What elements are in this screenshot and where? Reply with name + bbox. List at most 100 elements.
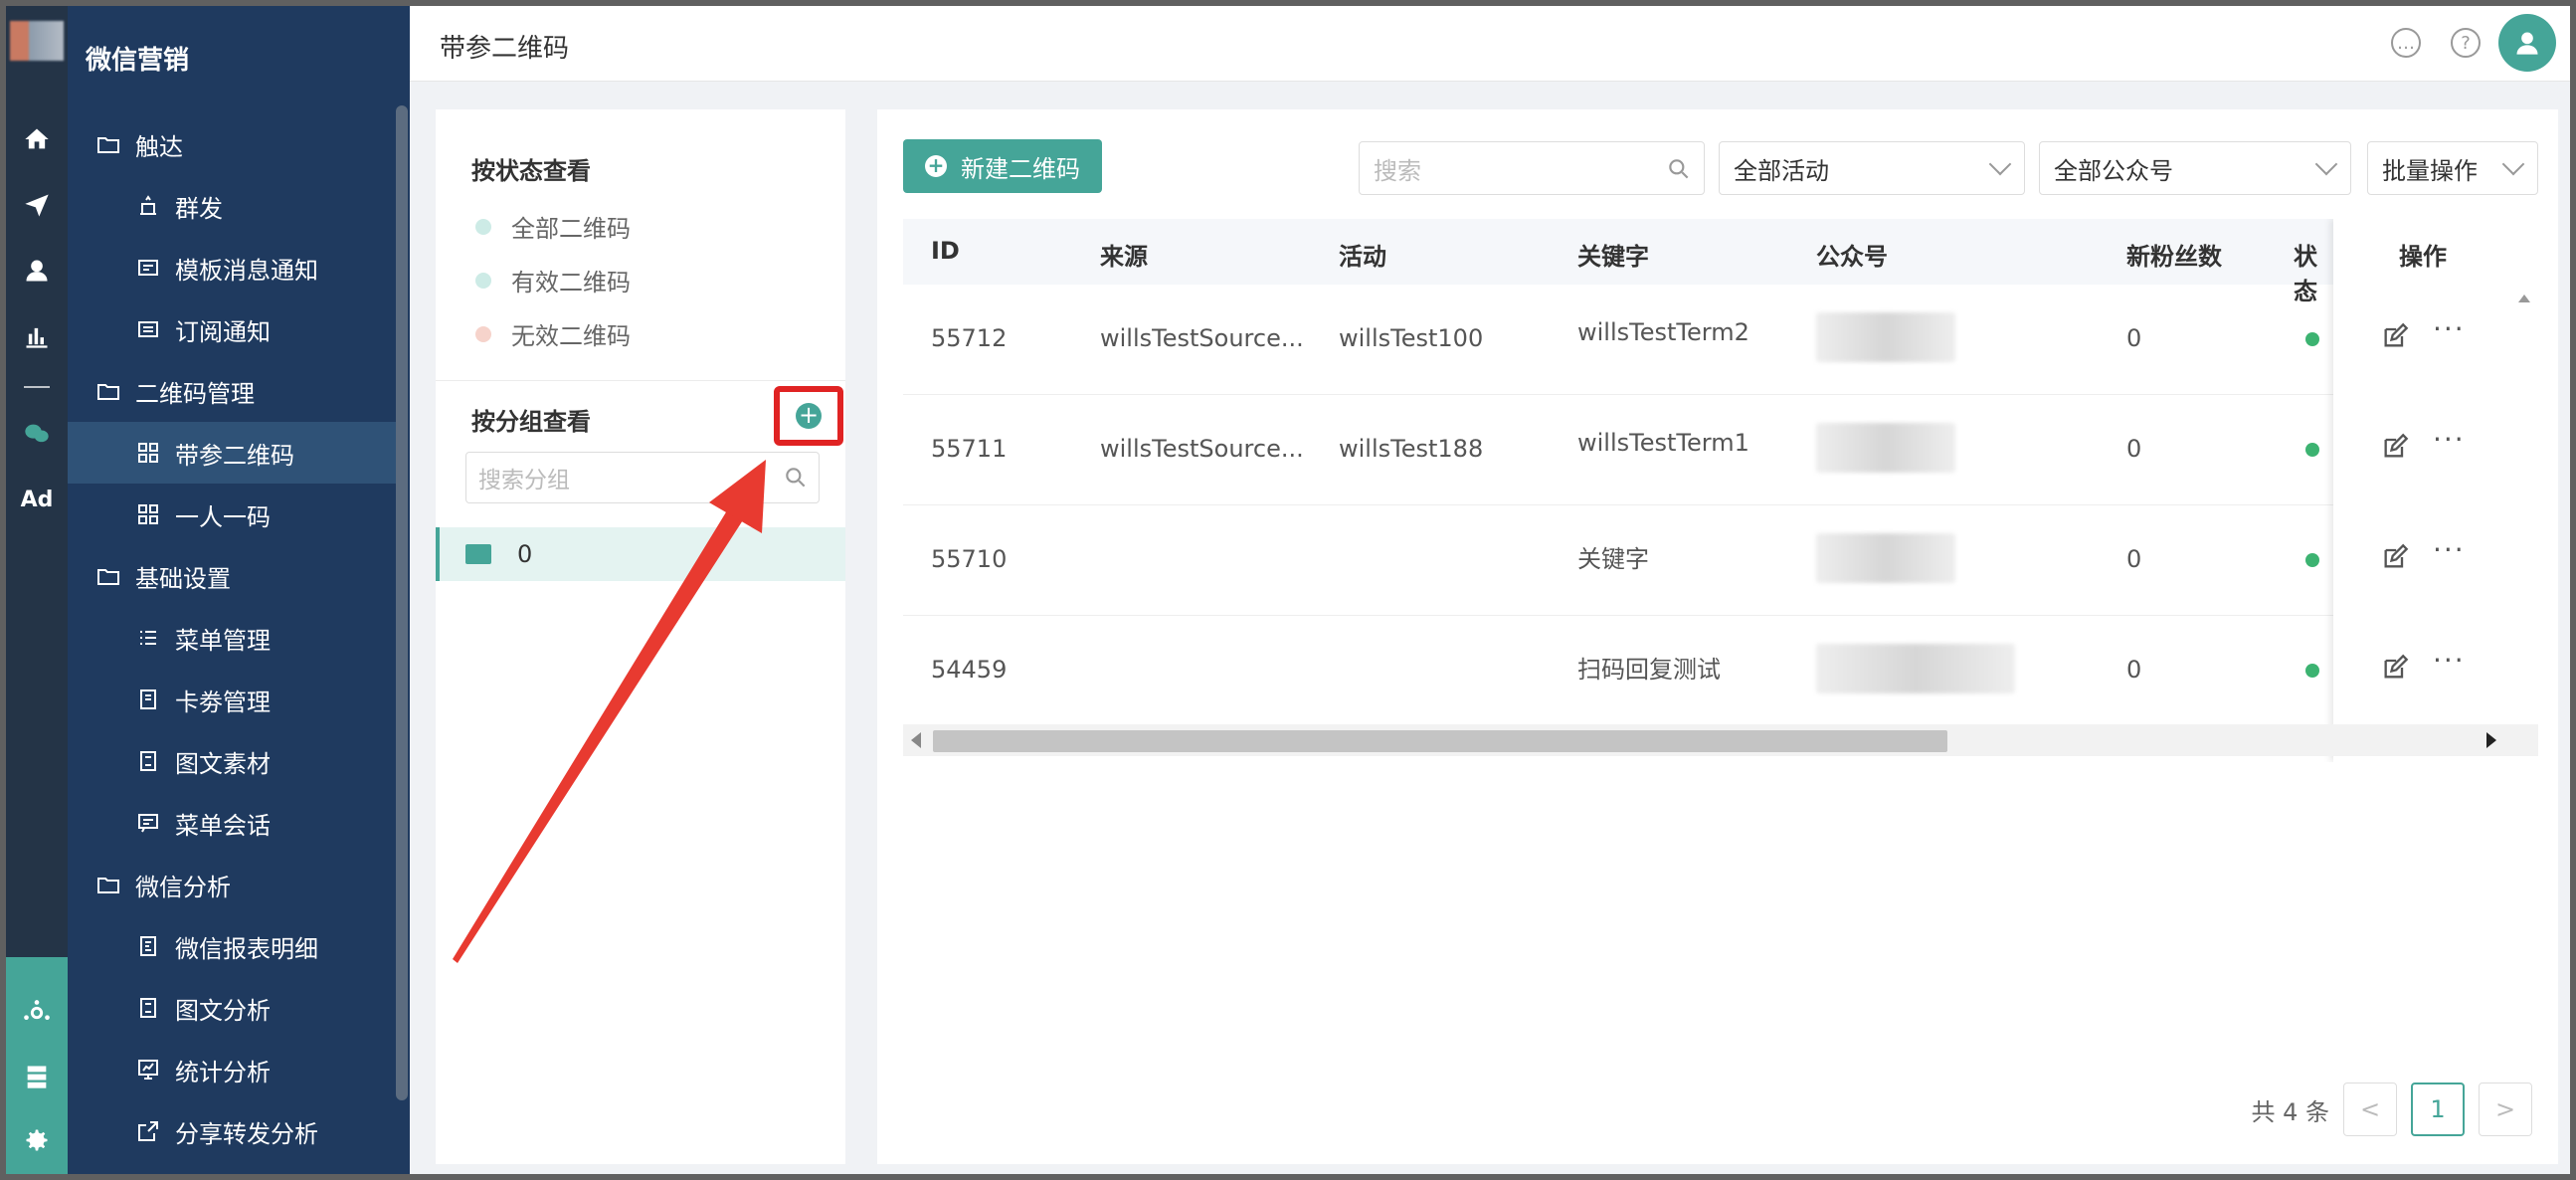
cell-keyword: willsTestTerm2 [1577, 318, 1749, 346]
app-title: 微信营销 [86, 46, 190, 76]
sidebar-item[interactable]: 一人一码 [68, 484, 396, 545]
cell-id: 54459 [931, 656, 1008, 684]
content-panel: + 新建二维码 搜索 全部活动 全部公众号 批量操作 ID 来源 活动 关键字 … [877, 109, 2558, 1164]
help-icon[interactable]: ? [2451, 28, 2481, 58]
chevron-down-icon [1988, 152, 2012, 176]
col-source[interactable]: 来源 [1100, 237, 1148, 272]
card-icon [135, 688, 161, 711]
sidebar-item-label: 统计分析 [175, 1058, 271, 1086]
table-row[interactable]: 54459 扫码回复测试 0 [903, 616, 2538, 726]
sidebar-menu: 触达群发 模板消息通知 订阅通知 二维码管理 带参二维码 一人一码 基础设置菜单管理卡劵管理… [68, 113, 396, 1174]
add-group-button[interactable]: + [796, 403, 822, 429]
cell-account-redacted [1816, 533, 1955, 583]
group-item[interactable]: 0 [436, 527, 845, 581]
database-icon[interactable] [6, 1057, 68, 1096]
more-icon[interactable]: ··· [2433, 644, 2466, 677]
total-count: 共 4 条 [2251, 1097, 2329, 1126]
edit-icon[interactable] [2381, 654, 2409, 682]
sidebar-item[interactable]: 菜单管理 [68, 607, 396, 669]
col-keyword[interactable]: 关键字 [1577, 237, 1649, 272]
table-row[interactable]: 55710 关键字 0 [903, 505, 2538, 616]
folder-icon [465, 544, 491, 564]
sidebar-item[interactable]: 基础设置 [68, 545, 396, 607]
table-row[interactable]: 55711 willsTestSource... willsTest188 wills… [903, 395, 2538, 505]
send-icon[interactable] [6, 185, 68, 225]
activity-select[interactable]: 全部活动 [1719, 141, 2025, 195]
page-button[interactable]: 1 [2411, 1082, 2465, 1136]
edit-icon[interactable] [2381, 322, 2409, 350]
chat-bubble-icon[interactable]: … [2391, 28, 2421, 58]
sidebar-item[interactable]: 订阅通知 [68, 298, 396, 360]
new-qrcode-button[interactable]: + 新建二维码 [903, 139, 1102, 193]
sidebar-item-label: 微信分析 [135, 873, 231, 901]
status-valid[interactable]: 有效二维码 [475, 263, 631, 297]
more-icon[interactable]: ··· [2433, 312, 2466, 345]
broadcast-icon [135, 194, 161, 218]
wechat-icon[interactable] [6, 414, 68, 454]
col-activity[interactable]: 活动 [1339, 237, 1386, 272]
status-filter-title: 按状态查看 [471, 157, 591, 185]
account-select[interactable]: 全部公众号 [2039, 141, 2351, 195]
sidebar-item[interactable]: 群发 [68, 175, 396, 237]
col-fans[interactable]: 新粉丝数 [2126, 237, 2222, 272]
col-id[interactable]: ID [931, 237, 960, 265]
sidebar-item-label: 触达 [135, 132, 183, 161]
status-indicator [2305, 664, 2319, 678]
more-icon[interactable]: ··· [2433, 423, 2466, 456]
vertical-scrollbar[interactable] [2510, 285, 2538, 752]
status-label: 有效二维码 [511, 269, 631, 296]
search-input[interactable]: 搜索 [1359, 141, 1705, 195]
next-page-button[interactable]: > [2479, 1082, 2532, 1136]
scroll-right-icon[interactable] [2486, 732, 2496, 748]
more-icon[interactable]: ··· [2433, 533, 2466, 566]
batch-operation-button[interactable]: 批量操作 [2367, 141, 2538, 195]
sidebar-item-label: 菜单管理 [175, 626, 271, 655]
sidebar-item[interactable]: 微信分析 [68, 854, 396, 915]
table-header: ID 来源 活动 关键字 公众号 新粉丝数 状态 [903, 219, 2538, 305]
col-account[interactable]: 公众号 [1816, 237, 1888, 272]
status-all[interactable]: 全部二维码 [475, 209, 631, 244]
cell-id: 55710 [931, 545, 1008, 573]
sidebar-item[interactable]: 带参二维码 [68, 422, 396, 484]
edit-icon[interactable] [2381, 433, 2409, 461]
stats-icon [135, 1058, 161, 1082]
sidebar-item-label: 微信报表明细 [175, 934, 318, 963]
cell-source: willsTestSource... [1100, 435, 1304, 463]
home-icon[interactable] [6, 119, 68, 159]
settings-circle-icon[interactable] [6, 993, 68, 1033]
avatar[interactable] [2498, 14, 2556, 72]
chart-icon[interactable] [6, 316, 68, 356]
user-icon[interactable] [6, 251, 68, 291]
cell-fans: 0 [2126, 435, 2142, 463]
sidebar-item[interactable]: 图文素材 [68, 730, 396, 792]
scroll-thumb[interactable] [933, 730, 1947, 752]
sidebar-item[interactable]: 统计分析 [68, 1039, 396, 1100]
horizontal-scrollbar[interactable] [903, 724, 2538, 756]
sidebar-item-label: 卡劵管理 [175, 688, 271, 716]
prev-page-button[interactable]: < [2343, 1082, 2397, 1136]
group-search-input[interactable]: 搜索分组 [465, 452, 820, 503]
sidebar-item[interactable]: 用户分析 [68, 1162, 396, 1174]
sidebar-item[interactable]: 触达 [68, 113, 396, 175]
edit-icon[interactable] [2381, 543, 2409, 571]
group-filter-title: 按分组查看 [471, 408, 591, 436]
status-invalid[interactable]: 无效二维码 [475, 316, 631, 351]
sidebar-item[interactable]: 图文分析 [68, 977, 396, 1039]
sidebar-scrollbar[interactable] [396, 105, 408, 1100]
cell-id: 55712 [931, 324, 1008, 352]
sidebar-item[interactable]: 微信报表明细 [68, 915, 396, 977]
cell-fans: 0 [2126, 656, 2142, 684]
table-row[interactable]: 55712 willsTestSource... willsTest100 wills… [903, 285, 2538, 395]
ad-icon[interactable]: Ad [6, 480, 68, 519]
sidebar-item[interactable]: 二维码管理 [68, 360, 396, 422]
scroll-left-icon[interactable] [911, 732, 921, 748]
cell-activity: willsTest188 [1339, 435, 1484, 463]
sidebar-item-label: 图文素材 [175, 749, 271, 778]
status-dot [475, 272, 491, 289]
col-ops: 操作 [2399, 243, 2447, 271]
sidebar-item[interactable]: 菜单会话 [68, 792, 396, 854]
sidebar-item[interactable]: 卡劵管理 [68, 669, 396, 730]
sidebar-item[interactable]: 分享转发分析 [68, 1100, 396, 1162]
sidebar-item[interactable]: 模板消息通知 [68, 237, 396, 298]
gear-icon[interactable] [6, 1120, 68, 1160]
